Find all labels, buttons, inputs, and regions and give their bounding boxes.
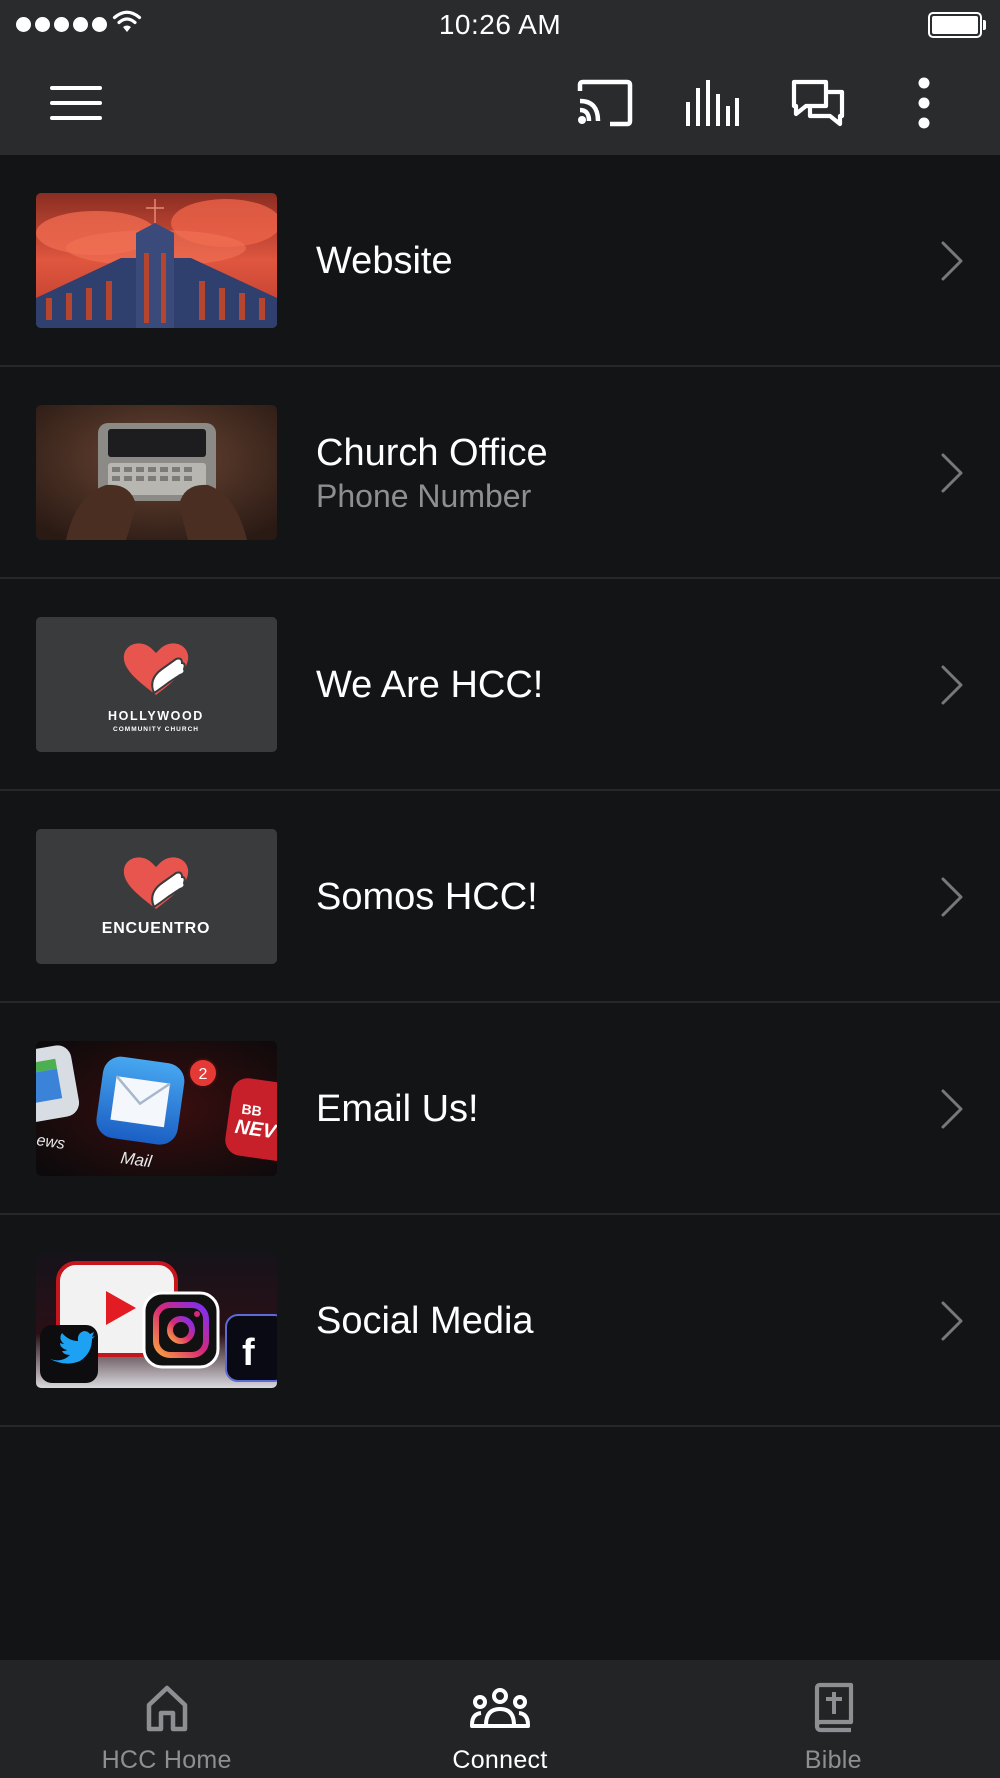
chevron-right-icon <box>941 665 963 705</box>
list-item-title: Social Media <box>316 1300 534 1342</box>
list-item-somos-hcc[interactable]: ENCUENTRO Somos HCC! <box>0 791 1000 1003</box>
stats-button[interactable] <box>672 50 752 155</box>
tab-label: Bible <box>804 1746 862 1774</box>
bottom-tab-bar: HCC Home Connect Bible <box>0 1660 1000 1778</box>
list-item-subtitle: Phone Number <box>316 478 532 514</box>
svg-text:f: f <box>242 1332 255 1374</box>
list-item-we-are-hcc[interactable]: HOLLYWOOD COMMUNITY CHURCH We Are HCC! <box>0 579 1000 791</box>
svg-text:ENCUENTRO: ENCUENTRO <box>102 920 211 937</box>
cast-button[interactable] <box>565 50 645 155</box>
top-toolbar <box>0 50 1000 155</box>
tab-label: Connect <box>452 1746 548 1774</box>
connect-list: Website Church Office Phone Number HOLLY… <box>0 155 1000 1427</box>
church-building-thumbnail <box>36 193 277 328</box>
battery-icon <box>928 12 986 38</box>
svg-text:2: 2 <box>199 1066 208 1083</box>
chat-icon <box>791 79 845 126</box>
social-apps-thumbnail: f <box>36 1253 277 1388</box>
list-item-text: Website <box>316 155 453 367</box>
home-icon <box>146 1685 187 1732</box>
list-item-title: We Are HCC! <box>316 664 544 706</box>
chevron-right-icon <box>941 241 963 281</box>
cast-icon <box>577 79 633 126</box>
mail-apps-thumbnail: ews Mail 2 BB NEV <box>36 1041 277 1176</box>
chevron-right-icon <box>941 1301 963 1341</box>
list-item-text: Email Us! <box>316 1003 479 1215</box>
people-icon <box>469 1688 530 1728</box>
list-item-text: Social Media <box>316 1215 534 1427</box>
tab-hcc-home[interactable]: HCC Home <box>0 1660 333 1778</box>
list-item-text: We Are HCC! <box>316 579 543 791</box>
list-item-title: Website <box>316 240 453 282</box>
list-item-title: Email Us! <box>316 1088 479 1130</box>
svg-text:COMMUNITY CHURCH: COMMUNITY CHURCH <box>113 726 199 733</box>
list-item-title: Church Office <box>316 432 548 474</box>
tab-bible[interactable]: Bible <box>667 1660 1000 1778</box>
svg-text:HOLLYWOOD: HOLLYWOOD <box>108 709 204 723</box>
chevron-right-icon <box>941 453 963 493</box>
list-item-text: Church Office Phone Number <box>316 367 548 579</box>
stats-icon <box>686 79 739 126</box>
menu-button[interactable] <box>36 50 116 155</box>
status-time: 10:26 AM <box>438 9 562 40</box>
tab-connect[interactable]: Connect <box>333 1660 666 1778</box>
hands-phone-thumbnail <box>36 405 277 540</box>
list-item-church-office[interactable]: Church Office Phone Number <box>0 367 1000 579</box>
list-item-email-us[interactable]: ews Mail 2 BB NEV Email Us! <box>0 1003 1000 1215</box>
list-item-title: Somos HCC! <box>316 876 538 918</box>
hcc-logo-thumbnail: HOLLYWOOD COMMUNITY CHURCH <box>36 617 277 752</box>
more-options-button[interactable] <box>884 50 964 155</box>
connect-screen: 10:26 AM Website Church Office Phone Num… <box>0 0 1000 1778</box>
chat-button[interactable] <box>778 50 858 155</box>
list-item-website[interactable]: Website <box>0 155 1000 367</box>
chevron-right-icon <box>941 877 963 917</box>
bible-icon <box>815 1682 854 1733</box>
tab-label: HCC Home <box>101 1746 232 1774</box>
encuentro-logo-thumbnail: ENCUENTRO <box>36 829 277 964</box>
list-item-social-media[interactable]: f Social Media <box>0 1215 1000 1427</box>
more-vertical-icon <box>918 77 930 128</box>
list-item-text: Somos HCC! <box>316 791 538 1003</box>
menu-icon <box>50 85 102 120</box>
chevron-right-icon <box>941 1089 963 1129</box>
status-bar: 10:26 AM <box>0 0 1000 50</box>
